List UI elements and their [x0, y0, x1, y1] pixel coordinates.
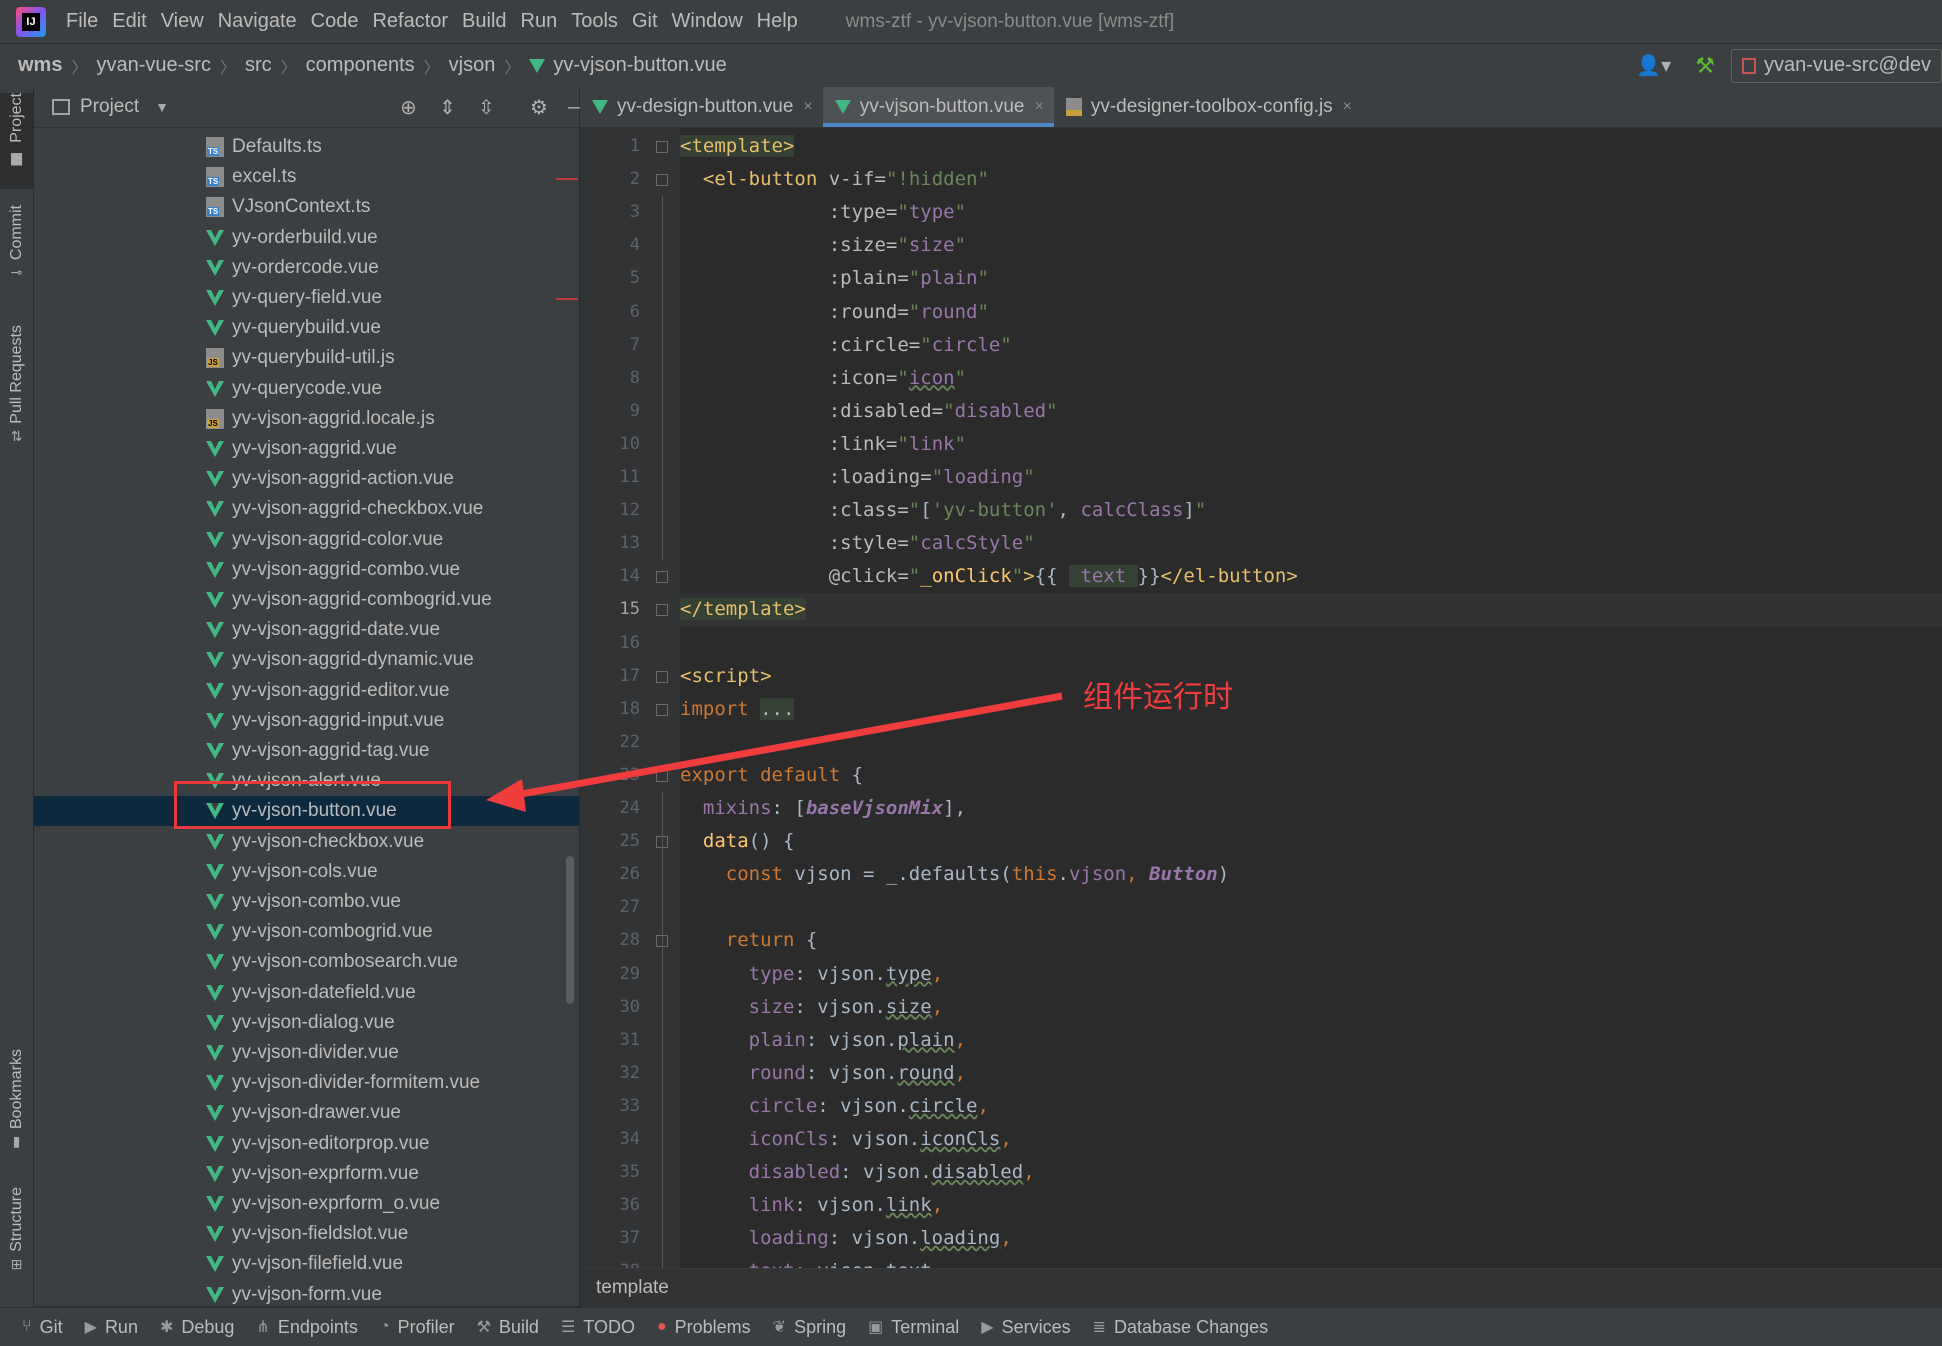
arrow-shaft [504, 692, 1063, 801]
annotation-arrow [486, 692, 1063, 812]
arrow-head [486, 779, 526, 812]
annotation-label: 组件运行时 [1083, 680, 1233, 715]
